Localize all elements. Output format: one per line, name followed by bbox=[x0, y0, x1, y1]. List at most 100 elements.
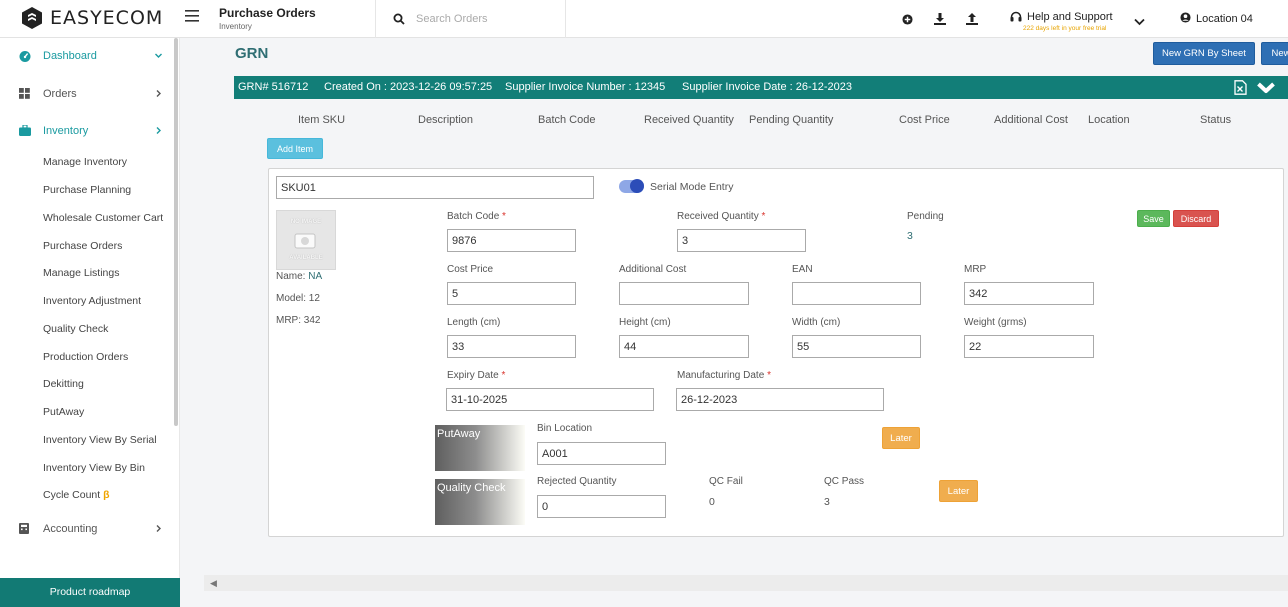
upload-icon[interactable] bbox=[966, 12, 978, 30]
sidebar-item-orders[interactable]: Orders bbox=[0, 83, 172, 105]
batch-code-input[interactable] bbox=[447, 229, 576, 252]
qc-pass-label: QC Pass bbox=[824, 476, 865, 487]
download-icon[interactable] bbox=[934, 12, 946, 30]
additional-cost-input[interactable] bbox=[619, 282, 749, 305]
add-circle-icon[interactable] bbox=[902, 12, 913, 30]
column-header-location: Location bbox=[1088, 114, 1130, 126]
sidebar-scrollbar[interactable] bbox=[174, 38, 178, 426]
required-mark: * bbox=[501, 370, 506, 381]
ean-input[interactable] bbox=[792, 282, 921, 305]
search-input[interactable] bbox=[416, 8, 556, 30]
easyecom-logo-icon bbox=[22, 7, 42, 29]
toggle-knob bbox=[630, 179, 644, 193]
quality-check-section-label: Quality Check bbox=[435, 479, 525, 525]
manufacturing-date-input[interactable] bbox=[676, 388, 884, 411]
cost-price-input[interactable] bbox=[447, 282, 576, 305]
chevron-right-icon bbox=[156, 525, 161, 532]
qc-pass-value: 3 bbox=[824, 496, 830, 508]
weight-label: Weight (grms) bbox=[964, 317, 1027, 328]
grid-icon bbox=[19, 88, 30, 99]
cost-price-label: Cost Price bbox=[447, 264, 494, 275]
user-circle-icon bbox=[1180, 12, 1191, 23]
sku-input[interactable] bbox=[276, 176, 594, 199]
search-icon bbox=[393, 13, 405, 25]
sidebar-subitem-purchase-planning[interactable]: Purchase Planning bbox=[43, 184, 131, 196]
sidebar-subitem-production-orders[interactable]: Production Orders bbox=[43, 351, 128, 363]
pending-label: Pending bbox=[907, 211, 944, 222]
sidebar-item-label: Inventory bbox=[43, 125, 89, 137]
chevron-down-icon[interactable] bbox=[1134, 13, 1145, 31]
rejected-quantity-input[interactable] bbox=[537, 495, 666, 518]
supplier-invoice-number: Supplier Invoice Number : 12345 bbox=[505, 81, 666, 93]
width-label: Width (cm) bbox=[792, 317, 841, 328]
additional-cost-label: Additional Cost bbox=[619, 264, 687, 275]
column-header-additional-cost: Additional Cost bbox=[994, 114, 1068, 126]
product-image-placeholder: NO IMAGE AVAILABLE bbox=[276, 210, 336, 270]
label-text: Expiry Date bbox=[447, 370, 499, 381]
sidebar-subitem-putaway[interactable]: PutAway bbox=[43, 406, 84, 418]
sidebar-subitem-inventory-adjustment[interactable]: Inventory Adjustment bbox=[43, 295, 141, 307]
mrp-label: MRP bbox=[964, 264, 987, 275]
horizontal-scrollbar[interactable]: ◀ bbox=[204, 575, 1288, 591]
length-input[interactable] bbox=[447, 335, 576, 358]
page-title: Purchase Orders bbox=[219, 6, 316, 20]
logo[interactable]: EASYECOM bbox=[21, 6, 163, 30]
column-header-batch-code: Batch Code bbox=[538, 114, 596, 126]
new-grn-by-sheet-button[interactable]: New GRN By Sheet bbox=[1153, 42, 1255, 65]
expiry-date-input[interactable] bbox=[446, 388, 654, 411]
sidebar-subitem-manage-listings[interactable]: Manage Listings bbox=[43, 267, 119, 279]
beta-badge: β bbox=[103, 489, 110, 501]
chevron-right-icon bbox=[156, 127, 161, 134]
new-button[interactable]: New bbox=[1261, 42, 1288, 65]
scroll-left-arrow-icon[interactable]: ◀ bbox=[210, 578, 217, 589]
grn-info-banner: GRN# 516712 Created On : 2023-12-26 09:5… bbox=[234, 76, 1288, 99]
received-quantity-input[interactable] bbox=[677, 229, 806, 252]
bin-location-input[interactable] bbox=[537, 442, 666, 465]
bin-location-label: Bin Location bbox=[537, 423, 593, 434]
top-bar: EASYECOM Purchase Orders Inventory Help … bbox=[0, 0, 1288, 38]
serial-mode-toggle[interactable] bbox=[619, 179, 644, 193]
menu-toggle-icon[interactable] bbox=[185, 9, 199, 27]
label-text: Manufacturing Date bbox=[677, 370, 765, 381]
item-mrp: MRP: 342 bbox=[276, 315, 321, 326]
mrp-input[interactable] bbox=[964, 282, 1094, 305]
sidebar-item-accounting[interactable]: Accounting bbox=[0, 518, 172, 540]
width-input[interactable] bbox=[792, 335, 921, 358]
excel-export-icon[interactable] bbox=[1234, 80, 1247, 98]
putaway-later-button[interactable]: Later bbox=[882, 427, 920, 449]
sidebar-subitem-purchase-orders[interactable]: Purchase Orders bbox=[43, 240, 122, 252]
help-label: Help and Support bbox=[1027, 11, 1113, 23]
column-header-item-sku: Item SKU bbox=[298, 114, 346, 126]
add-item-button[interactable]: Add Item bbox=[267, 138, 323, 159]
sidebar-item-label: Dashboard bbox=[43, 50, 97, 62]
sidebar-item-inventory[interactable]: Inventory bbox=[0, 120, 172, 142]
sidebar-subitem-wholesale-customer-cart[interactable]: Wholesale Customer Cart bbox=[43, 212, 163, 224]
save-button[interactable]: Save bbox=[1137, 210, 1170, 227]
weight-input[interactable] bbox=[964, 335, 1094, 358]
discard-button[interactable]: Discard bbox=[1173, 210, 1219, 227]
sidebar-subitem-inventory-view-by-bin[interactable]: Inventory View By Bin bbox=[43, 462, 145, 474]
rejected-quantity-label: Rejected Quantity bbox=[537, 476, 617, 487]
briefcase-icon bbox=[19, 125, 31, 136]
collapse-chevron-icon[interactable] bbox=[1257, 81, 1275, 97]
sidebar-subitem-dekitting[interactable]: Dekitting bbox=[43, 378, 84, 390]
height-label: Height (cm) bbox=[619, 317, 671, 328]
serial-mode-label: Serial Mode Entry bbox=[650, 181, 734, 193]
sidebar-subitem-manage-inventory[interactable]: Manage Inventory bbox=[43, 156, 127, 168]
putaway-section-label: PutAway bbox=[435, 425, 525, 471]
camera-icon bbox=[294, 233, 316, 249]
height-input[interactable] bbox=[619, 335, 749, 358]
sidebar-subitem-cycle-count[interactable]: Cycle Count β bbox=[43, 489, 110, 501]
column-header-status: Status bbox=[1200, 114, 1232, 126]
label-text: Received Quantity bbox=[677, 211, 759, 222]
sidebar-item-dashboard[interactable]: Dashboard bbox=[0, 45, 172, 67]
manufacturing-date-label: Manufacturing Date * bbox=[677, 370, 771, 381]
product-roadmap-button[interactable]: Product roadmap bbox=[0, 578, 180, 607]
quality-check-later-button[interactable]: Later bbox=[939, 480, 978, 502]
sidebar-subitem-quality-check[interactable]: Quality Check bbox=[43, 323, 108, 335]
required-mark: * bbox=[767, 370, 771, 381]
supplier-invoice-date: Supplier Invoice Date : 26-12-2023 bbox=[682, 81, 852, 93]
sidebar-subitem-inventory-view-by-serial[interactable]: Inventory View By Serial bbox=[43, 434, 157, 446]
location-selector[interactable]: Location 04 bbox=[1180, 12, 1253, 25]
column-header-received-quantity: Received Quantity bbox=[644, 114, 734, 126]
